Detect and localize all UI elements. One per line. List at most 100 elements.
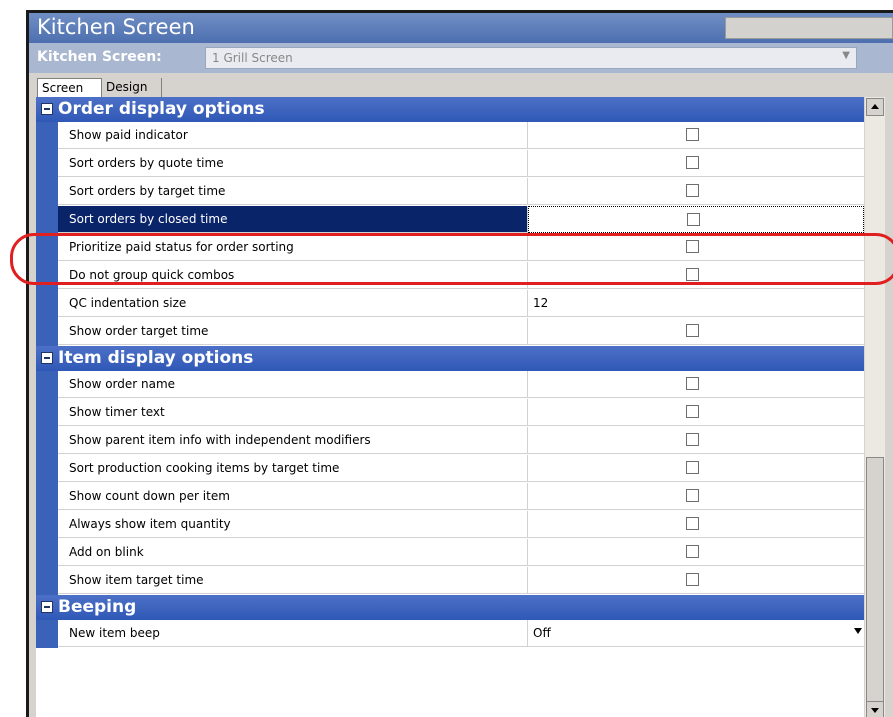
row-gutter [36, 620, 58, 648]
checkbox[interactable] [686, 433, 699, 446]
tab-screen[interactable]: Screen [37, 78, 102, 97]
checkbox[interactable] [686, 324, 699, 337]
checkbox[interactable] [686, 545, 699, 558]
property-value[interactable] [528, 427, 864, 454]
collapse-icon[interactable] [41, 601, 53, 613]
row-gutter [36, 318, 58, 346]
property-name[interactable]: Sort orders by target time [58, 178, 528, 205]
tab-design[interactable]: Design [102, 78, 162, 97]
row-gutter [36, 427, 58, 455]
row-gutter [36, 122, 58, 150]
row-gutter [36, 399, 58, 427]
kitchen-screen-selector-bar: Kitchen Screen: 1 Grill Screen ▼ [29, 43, 893, 73]
property-value[interactable] [528, 206, 864, 233]
row-gutter [36, 206, 58, 234]
property-row[interactable]: Sort production cooking items by target … [36, 455, 864, 483]
property-row[interactable]: Show order target time [36, 318, 864, 346]
dropdown-value[interactable]: Off [533, 620, 551, 647]
collapse-icon[interactable] [41, 352, 53, 364]
property-value[interactable] [528, 122, 864, 149]
dropdown-arrow-icon[interactable] [854, 628, 862, 634]
property-name[interactable]: QC indentation size [58, 290, 528, 317]
property-row[interactable]: Show count down per item [36, 483, 864, 511]
property-name[interactable]: Prioritize paid status for order sorting [58, 234, 528, 261]
property-row[interactable]: Prioritize paid status for order sorting [36, 234, 864, 262]
property-row[interactable]: Do not group quick combos [36, 262, 864, 290]
property-name[interactable]: Show order target time [58, 318, 528, 345]
checkbox[interactable] [686, 156, 699, 169]
row-gutter [36, 290, 58, 318]
property-name[interactable]: Always show item quantity [58, 511, 528, 538]
checkbox[interactable] [686, 517, 699, 530]
property-value[interactable] [528, 318, 864, 345]
property-value[interactable] [528, 371, 864, 398]
checkbox[interactable] [687, 213, 700, 226]
title-bar: Kitchen Screen [29, 13, 893, 43]
property-name[interactable]: Show order name [58, 371, 528, 398]
property-row[interactable]: Show paid indicator [36, 122, 864, 150]
title-bar-box [725, 17, 893, 39]
property-value[interactable]: 12 [528, 290, 864, 317]
property-value[interactable] [528, 539, 864, 566]
property-grid: Order display options Show paid indicator… [36, 97, 864, 717]
property-value[interactable] [528, 511, 864, 538]
row-gutter [36, 455, 58, 483]
checkbox[interactable] [686, 128, 699, 141]
scroll-up-icon[interactable] [866, 98, 884, 116]
section-header[interactable]: Beeping [36, 595, 864, 620]
section-title: Item display options [58, 348, 254, 368]
section-header[interactable]: Order display options [36, 97, 864, 122]
property-row[interactable]: Sort orders by target time [36, 178, 864, 206]
property-row[interactable]: Sort orders by closed time [36, 206, 864, 234]
checkbox[interactable] [686, 489, 699, 502]
scrollbar-thumb[interactable] [866, 457, 884, 702]
row-gutter [36, 150, 58, 178]
property-name[interactable]: Add on blink [58, 539, 528, 566]
chevron-down-icon[interactable]: ▼ [842, 50, 850, 61]
property-name[interactable]: New item beep [58, 620, 528, 647]
property-value[interactable] [528, 483, 864, 510]
checkbox[interactable] [686, 405, 699, 418]
text-value[interactable]: 12 [533, 290, 548, 317]
property-row[interactable]: Sort orders by quote time [36, 150, 864, 178]
property-name[interactable]: Do not group quick combos [58, 262, 528, 289]
property-value[interactable] [528, 262, 864, 289]
checkbox[interactable] [686, 268, 699, 281]
row-gutter [36, 483, 58, 511]
property-value[interactable] [528, 178, 864, 205]
vertical-scrollbar[interactable] [865, 97, 885, 717]
property-value[interactable] [528, 399, 864, 426]
property-row[interactable]: QC indentation size 12 [36, 290, 864, 318]
row-gutter [36, 262, 58, 290]
property-value[interactable] [528, 567, 864, 594]
property-row[interactable]: Add on blink [36, 539, 864, 567]
property-name[interactable]: Show count down per item [58, 483, 528, 510]
checkbox[interactable] [686, 184, 699, 197]
section-header[interactable]: Item display options [36, 346, 864, 371]
property-name[interactable]: Sort orders by quote time [58, 150, 528, 177]
checkbox[interactable] [686, 377, 699, 390]
property-name[interactable]: Show paid indicator [58, 122, 528, 149]
property-value[interactable] [528, 234, 864, 261]
scroll-down-icon[interactable] [866, 701, 884, 717]
property-row[interactable]: New item beep Off [36, 620, 864, 648]
collapse-icon[interactable] [41, 103, 53, 115]
property-row[interactable]: Show parent item info with independent m… [36, 427, 864, 455]
kitchen-screen-combo[interactable]: 1 Grill Screen ▼ [205, 47, 857, 69]
property-row[interactable]: Show item target time [36, 567, 864, 595]
property-value[interactable] [528, 150, 864, 177]
checkbox[interactable] [686, 461, 699, 474]
property-name[interactable]: Sort production cooking items by target … [58, 455, 528, 482]
property-value[interactable] [528, 455, 864, 482]
checkbox[interactable] [686, 240, 699, 253]
property-name[interactable]: Sort orders by closed time [58, 206, 528, 233]
property-row[interactable]: Always show item quantity [36, 511, 864, 539]
property-name[interactable]: Show parent item info with independent m… [58, 427, 528, 454]
row-gutter [36, 511, 58, 539]
checkbox[interactable] [686, 573, 699, 586]
property-row[interactable]: Show timer text [36, 399, 864, 427]
property-value[interactable]: Off [528, 620, 864, 647]
property-name[interactable]: Show item target time [58, 567, 528, 594]
property-name[interactable]: Show timer text [58, 399, 528, 426]
property-row[interactable]: Show order name [36, 371, 864, 399]
